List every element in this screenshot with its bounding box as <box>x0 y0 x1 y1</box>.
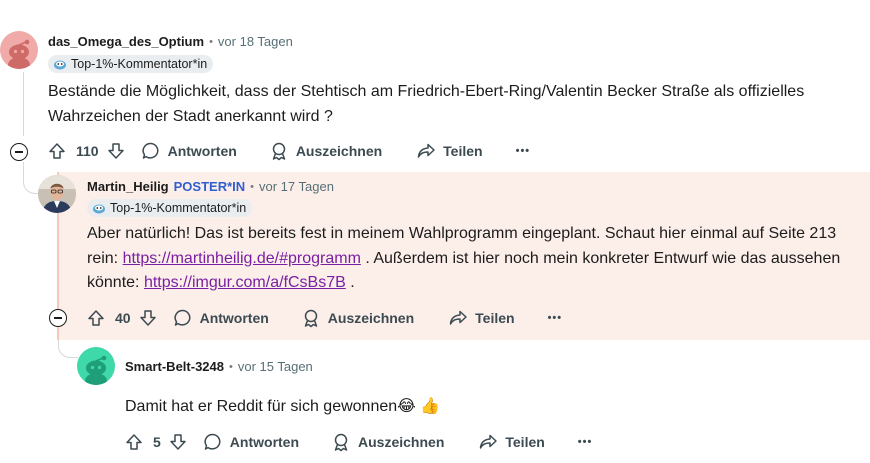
flair-label: Top-1%-Kommentator*in <box>110 201 247 215</box>
reply-button[interactable]: Antworten <box>141 141 237 161</box>
collapse-button[interactable] <box>10 143 28 161</box>
collapse-button[interactable] <box>49 309 67 327</box>
vote-score: 5 <box>153 434 161 450</box>
more-dots-icon: ••• <box>515 145 531 157</box>
snoo-flair-icon <box>53 58 67 70</box>
share-button[interactable]: Teilen <box>416 141 483 161</box>
collapse-minus-icon <box>15 151 23 153</box>
award-icon <box>334 433 348 452</box>
reply-label: Antworten <box>167 143 237 159</box>
share-icon <box>449 310 467 325</box>
share-button[interactable]: Teilen <box>448 308 515 328</box>
more-options-button[interactable]: ••• <box>548 312 563 324</box>
downvote-button[interactable] <box>169 433 187 451</box>
user-flair: Top-1%-Kommentator*in <box>87 199 253 217</box>
vote-score: 40 <box>115 310 131 326</box>
reply-button[interactable]: Antworten <box>203 432 299 452</box>
comment-meta: das_Omega_des_Optium • vor 18 Tagen <box>48 34 293 49</box>
author-name[interactable]: Martin_Heilig <box>87 179 169 194</box>
collapse-minus-icon <box>54 317 62 319</box>
award-button[interactable]: Auszeichnen <box>301 308 414 328</box>
thread-curve-1 <box>23 172 39 194</box>
body-text-part: . <box>345 274 355 291</box>
comment-body: Damit hat er Reddit für sich gewonnen😂 👍 <box>125 398 441 415</box>
comment-bubble-icon <box>204 433 221 450</box>
comment-bubble-icon <box>174 309 191 326</box>
share-label: Teilen <box>475 310 515 326</box>
downvote-button[interactable] <box>107 142 125 160</box>
avatar[interactable] <box>0 31 38 69</box>
award-icon <box>304 309 318 328</box>
upvote-button[interactable] <box>125 433 143 451</box>
avatar[interactable] <box>77 347 115 385</box>
author-name[interactable]: Smart-Belt-3248 <box>125 359 224 374</box>
snoo-flair-icon <box>92 202 106 214</box>
reply-label: Antworten <box>199 310 269 326</box>
avatar[interactable] <box>38 175 76 213</box>
comment-actions: 40 Antworten Auszeichnen Teilen ••• <box>87 307 562 329</box>
vote-score: 110 <box>76 143 99 159</box>
award-label: Auszeichnen <box>327 310 415 326</box>
award-label: Auszeichnen <box>295 143 383 159</box>
comment-actions: 110 Antworten Auszeichnen Teilen ••• <box>48 140 530 162</box>
thread-line-1 <box>23 72 24 136</box>
flair-label: Top-1%-Kommentator*in <box>71 57 208 71</box>
timestamp[interactable]: vor 15 Tagen <box>238 359 313 374</box>
separator-dot: • <box>229 360 233 373</box>
award-icon <box>272 142 286 161</box>
upvote-button[interactable] <box>48 142 66 160</box>
timestamp[interactable]: vor 17 Tagen <box>259 179 334 194</box>
comment-actions: 5 Antworten Auszeichnen Teilen ••• <box>125 431 592 453</box>
share-label: Teilen <box>505 434 545 450</box>
share-icon <box>480 434 498 449</box>
downvote-button[interactable] <box>139 309 157 327</box>
share-button[interactable]: Teilen <box>478 432 545 452</box>
reply-label: Antworten <box>229 434 300 450</box>
user-flair: Top-1%-Kommentator*in <box>48 55 214 73</box>
comment-bubble-icon <box>142 142 159 159</box>
award-button[interactable]: Auszeichnen <box>331 432 444 452</box>
comment-body: Aber natürlich! Das ist bereits fest in … <box>87 222 868 296</box>
imgur-link[interactable]: https://imgur.com/a/fCsBs7B <box>144 274 346 291</box>
poster-badge: POSTER*IN <box>173 179 246 194</box>
award-label: Auszeichnen <box>358 434 445 450</box>
author-name[interactable]: das_Omega_des_Optium <box>48 34 204 49</box>
more-options-button[interactable]: ••• <box>516 145 531 157</box>
comment-body: Bestände die Möglichkeit, dass der Steht… <box>48 83 805 125</box>
award-button[interactable]: Auszeichnen <box>269 141 382 161</box>
upvote-icon <box>49 143 65 159</box>
more-dots-icon: ••• <box>577 436 593 448</box>
reply-button[interactable]: Antworten <box>173 308 269 328</box>
separator-dot: • <box>209 35 213 48</box>
share-label: Teilen <box>443 143 483 159</box>
downvote-icon <box>107 143 124 159</box>
downvote-icon <box>170 434 186 450</box>
share-icon <box>417 143 435 158</box>
timestamp[interactable]: vor 18 Tagen <box>218 34 293 49</box>
separator-dot: • <box>250 180 254 193</box>
downvote-icon <box>139 310 156 326</box>
more-options-button[interactable]: ••• <box>578 436 593 448</box>
upvote-icon <box>88 310 104 326</box>
upvote-button[interactable] <box>87 309 105 327</box>
comment-meta: Martin_Heilig POSTER*IN • vor 17 Tagen <box>87 179 334 194</box>
program-link[interactable]: https://martinheilig.de/#programm <box>123 250 361 267</box>
upvote-icon <box>126 434 142 450</box>
more-dots-icon: ••• <box>547 312 563 324</box>
comment-meta: Smart-Belt-3248 • vor 15 Tagen <box>125 359 313 374</box>
